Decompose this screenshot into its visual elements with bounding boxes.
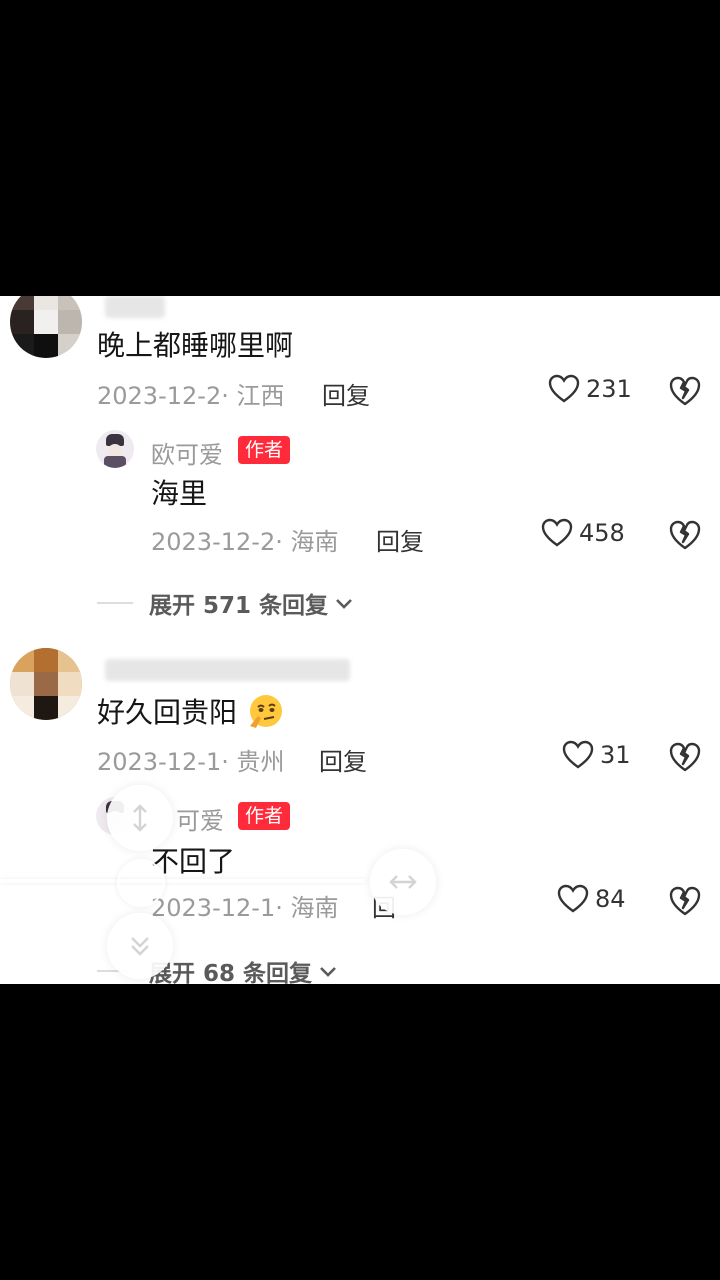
comment-panel: 晚上都睡哪里啊 2023-12-2· 江西 回复 231 欧可爱 作者 海里 2… bbox=[0, 296, 720, 984]
collapse-handle[interactable] bbox=[107, 913, 173, 979]
author-reply-meta: 2023-12-1· 海南 bbox=[151, 894, 339, 922]
author-reply-meta: 2023-12-2· 海南 bbox=[151, 528, 339, 556]
chevron-down-icon bbox=[336, 599, 352, 609]
author-badge: 作者 bbox=[238, 802, 291, 830]
horizontal-move-handle[interactable] bbox=[370, 849, 436, 915]
author-name[interactable]: 可爱 bbox=[176, 801, 224, 836]
dislike-icon[interactable] bbox=[668, 518, 702, 552]
heart-icon bbox=[562, 740, 594, 769]
expand-replies-label: 展开 68 条回复 bbox=[149, 961, 313, 984]
up-down-arrow-icon bbox=[133, 804, 147, 832]
heart-icon bbox=[557, 884, 589, 913]
like-count: 231 bbox=[586, 375, 632, 403]
divider bbox=[97, 602, 133, 604]
comment-meta: 2023-12-2· 江西 bbox=[97, 382, 285, 410]
comment-text: 好久回贵阳 bbox=[97, 691, 284, 731]
left-right-arrow-icon bbox=[389, 875, 417, 889]
gesture-center-ring[interactable] bbox=[117, 859, 165, 907]
author-reply-text: 海里 bbox=[151, 477, 208, 510]
vertical-move-handle[interactable] bbox=[107, 785, 173, 851]
author-badge: 作者 bbox=[238, 436, 291, 464]
like-count: 458 bbox=[579, 519, 625, 547]
commenter-avatar[interactable] bbox=[10, 296, 82, 358]
reply-button[interactable]: 回复 bbox=[376, 522, 424, 557]
comment-meta: 2023-12-1· 贵州 bbox=[97, 748, 285, 776]
username-blurred[interactable] bbox=[105, 296, 165, 318]
expand-replies-label: 展开 571 条回复 bbox=[149, 593, 329, 619]
double-chevron-down-icon bbox=[131, 937, 149, 956]
username-blurred[interactable] bbox=[105, 659, 350, 681]
like-button[interactable]: 458 bbox=[541, 518, 625, 548]
dislike-icon[interactable] bbox=[668, 374, 702, 408]
heart-icon bbox=[541, 518, 573, 547]
dislike-icon[interactable] bbox=[668, 740, 702, 774]
author-avatar[interactable] bbox=[96, 430, 134, 468]
expand-replies[interactable]: 展开 571 条回复 bbox=[97, 586, 356, 620]
commenter-avatar[interactable] bbox=[10, 648, 82, 720]
heart-icon bbox=[548, 374, 580, 403]
like-count: 84 bbox=[595, 885, 626, 913]
reply-button[interactable]: 回复 bbox=[322, 376, 370, 411]
reply-button[interactable]: 回复 bbox=[319, 742, 367, 777]
comment-text-content: 好久回贵阳 bbox=[97, 696, 238, 729]
comment-text: 晚上都睡哪里啊 bbox=[97, 329, 294, 362]
like-count: 31 bbox=[600, 741, 631, 769]
chevron-down-icon bbox=[320, 967, 336, 977]
gesture-track bbox=[0, 879, 365, 883]
thinking-emoji-icon bbox=[249, 695, 282, 728]
dislike-icon[interactable] bbox=[668, 884, 702, 918]
like-button[interactable]: 31 bbox=[562, 740, 631, 770]
author-name[interactable]: 欧可爱 bbox=[151, 435, 223, 470]
like-button[interactable]: 231 bbox=[548, 374, 632, 404]
like-button[interactable]: 84 bbox=[557, 884, 626, 914]
